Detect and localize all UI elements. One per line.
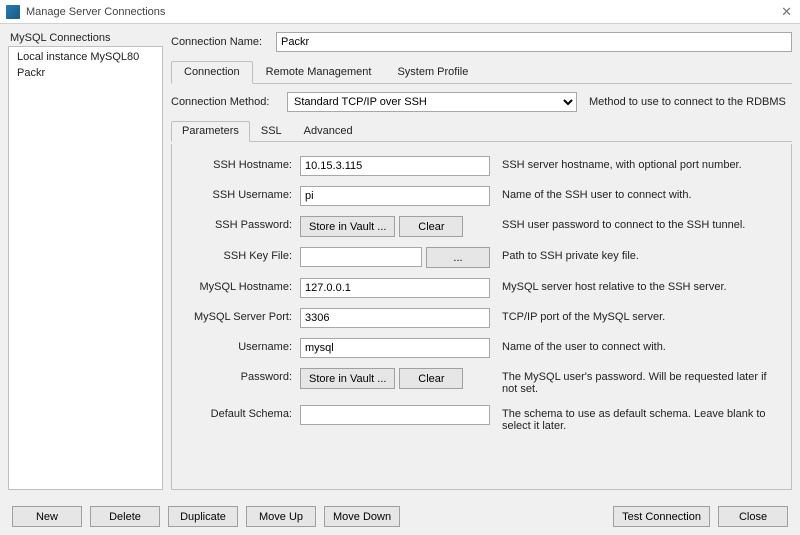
mysql-hostname-label: MySQL Hostname: bbox=[182, 278, 300, 293]
close-button[interactable]: Close bbox=[718, 506, 788, 527]
ssh-hostname-label: SSH Hostname: bbox=[182, 156, 300, 171]
sidebar: MySQL Connections Local instance MySQL80… bbox=[8, 32, 163, 490]
tab-system-profile[interactable]: System Profile bbox=[384, 61, 481, 84]
new-button[interactable]: New bbox=[12, 506, 82, 527]
username-input[interactable] bbox=[300, 338, 490, 358]
duplicate-button[interactable]: Duplicate bbox=[168, 506, 238, 527]
connection-list[interactable]: Local instance MySQL80 Packr bbox=[8, 46, 163, 490]
ssh-keyfile-browse-button[interactable]: ... bbox=[426, 247, 490, 268]
default-schema-desc: The schema to use as default schema. Lea… bbox=[490, 405, 781, 432]
ssh-keyfile-input[interactable] bbox=[300, 247, 422, 267]
footer: New Delete Duplicate Move Up Move Down T… bbox=[0, 498, 800, 535]
default-schema-input[interactable] bbox=[300, 405, 490, 425]
ssh-username-label: SSH Username: bbox=[182, 186, 300, 201]
titlebar: Manage Server Connections ✕ bbox=[0, 0, 800, 24]
tab-remote-management[interactable]: Remote Management bbox=[253, 61, 385, 84]
mysql-hostname-input[interactable] bbox=[300, 278, 490, 298]
subtab-parameters[interactable]: Parameters bbox=[171, 121, 250, 142]
ssh-password-desc: SSH user password to connect to the SSH … bbox=[490, 216, 781, 231]
username-desc: Name of the user to connect with. bbox=[490, 338, 781, 353]
connection-method-hint: Method to use to connect to the RDBMS bbox=[589, 96, 786, 108]
subtab-advanced[interactable]: Advanced bbox=[293, 121, 364, 142]
ssh-password-clear-button[interactable]: Clear bbox=[399, 216, 463, 237]
app-icon bbox=[6, 5, 20, 19]
test-connection-button[interactable]: Test Connection bbox=[613, 506, 710, 527]
delete-button[interactable]: Delete bbox=[90, 506, 160, 527]
connection-method-select[interactable]: Standard TCP/IP over SSH bbox=[287, 92, 577, 112]
password-desc: The MySQL user's password. Will be reque… bbox=[490, 368, 781, 395]
main-panel: Connection Name: Connection Remote Manag… bbox=[171, 32, 792, 490]
default-schema-label: Default Schema: bbox=[182, 405, 300, 420]
main-tabs: Connection Remote Management System Prof… bbox=[171, 60, 792, 84]
ssh-username-desc: Name of the SSH user to connect with. bbox=[490, 186, 781, 201]
mysql-port-label: MySQL Server Port: bbox=[182, 308, 300, 323]
sidebar-title: MySQL Connections bbox=[8, 32, 163, 44]
connection-name-input[interactable] bbox=[276, 32, 792, 52]
close-icon[interactable]: ✕ bbox=[781, 4, 792, 20]
move-down-button[interactable]: Move Down bbox=[324, 506, 400, 527]
connection-method-label: Connection Method: bbox=[171, 96, 281, 108]
connection-list-item[interactable]: Local instance MySQL80 bbox=[9, 49, 162, 65]
mysql-port-desc: TCP/IP port of the MySQL server. bbox=[490, 308, 781, 323]
ssh-keyfile-desc: Path to SSH private key file. bbox=[490, 247, 781, 262]
ssh-hostname-desc: SSH server hostname, with optional port … bbox=[490, 156, 781, 171]
password-store-button[interactable]: Store in Vault ... bbox=[300, 368, 395, 389]
ssh-password-label: SSH Password: bbox=[182, 216, 300, 231]
username-label: Username: bbox=[182, 338, 300, 353]
ssh-keyfile-label: SSH Key File: bbox=[182, 247, 300, 262]
tab-connection[interactable]: Connection bbox=[171, 61, 253, 84]
parameters-panel: SSH Hostname: SSH server hostname, with … bbox=[171, 144, 792, 490]
parameter-tabs: Parameters SSL Advanced bbox=[171, 120, 792, 142]
mysql-hostname-desc: MySQL server host relative to the SSH se… bbox=[490, 278, 781, 293]
window-title: Manage Server Connections bbox=[26, 6, 165, 18]
ssh-hostname-input[interactable] bbox=[300, 156, 490, 176]
password-label: Password: bbox=[182, 368, 300, 383]
password-clear-button[interactable]: Clear bbox=[399, 368, 463, 389]
mysql-port-input[interactable] bbox=[300, 308, 490, 328]
ssh-password-store-button[interactable]: Store in Vault ... bbox=[300, 216, 395, 237]
subtab-ssl[interactable]: SSL bbox=[250, 121, 293, 142]
ssh-username-input[interactable] bbox=[300, 186, 490, 206]
connection-list-item[interactable]: Packr bbox=[9, 65, 162, 81]
move-up-button[interactable]: Move Up bbox=[246, 506, 316, 527]
connection-name-label: Connection Name: bbox=[171, 36, 276, 48]
